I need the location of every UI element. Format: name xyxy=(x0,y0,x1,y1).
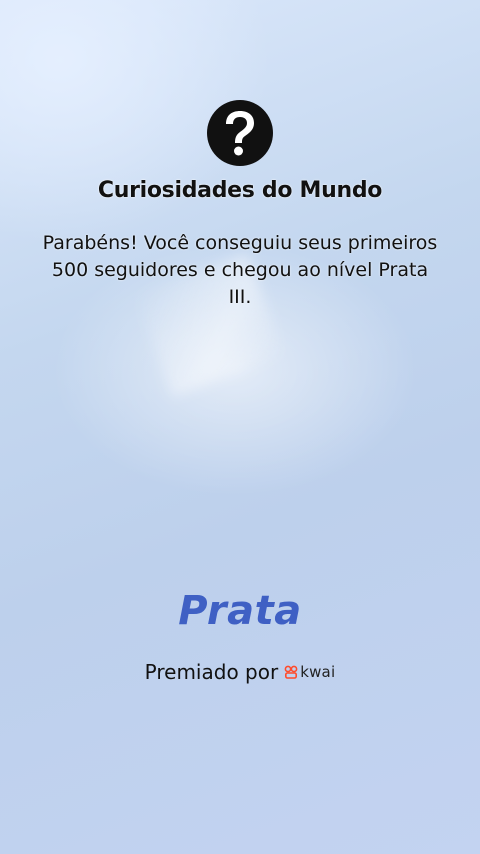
question-mark-icon xyxy=(207,100,273,166)
tier-name: Prata xyxy=(178,588,302,634)
kwai-logo-icon xyxy=(284,665,298,679)
kwai-brand: kwai xyxy=(284,663,335,681)
awarded-by-label: Premiado por xyxy=(144,660,279,684)
awarded-by: Premiado por kwai xyxy=(0,660,480,684)
question-mark-glyph xyxy=(226,111,254,156)
congratulations-message: Parabéns! Você conseguiu seus primeiros … xyxy=(42,232,438,308)
kwai-brand-name: kwai xyxy=(300,663,336,681)
page-title: Curiosidades do Mundo xyxy=(97,178,383,203)
